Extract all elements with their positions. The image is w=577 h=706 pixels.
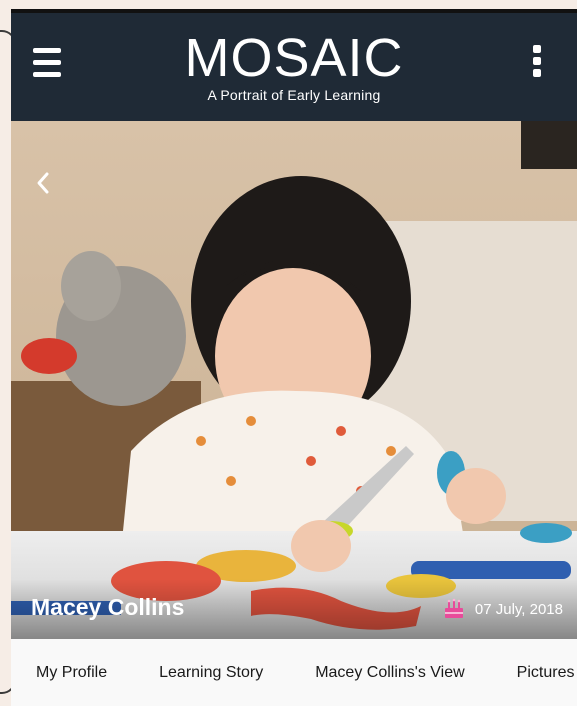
tab-my-profile[interactable]: My Profile [36,664,107,682]
tab-pictures[interactable]: Pictures [517,664,575,682]
profile-caption: Macey Collins 07 July, 2018 [11,579,577,639]
birth-date: 07 July, 2018 [443,598,563,620]
profile-tabs: My Profile Learning Story Macey Collins'… [11,639,577,706]
brand-logo: MOSAIC A Portrait of Early Learning [11,31,577,103]
profile-hero-image: Macey Collins 07 July, 2018 [11,121,577,639]
child-name: Macey Collins [31,594,185,620]
child-photo [11,121,577,639]
brand-subtitle: A Portrait of Early Learning [207,87,381,103]
app-bar: MOSAIC A Portrait of Early Learning [11,9,577,121]
back-chevron-icon[interactable] [35,171,51,195]
more-vertical-icon[interactable] [533,45,543,81]
birth-date-text: 07 July, 2018 [474,600,563,618]
brand-title: MOSAIC [184,28,404,88]
tab-learning-story[interactable]: Learning Story [159,664,263,682]
app-screen: MOSAIC A Portrait of Early Learning Mace… [11,9,577,706]
birthday-cake-icon [443,598,465,620]
tab-child-view[interactable]: Macey Collins's View [315,664,464,682]
